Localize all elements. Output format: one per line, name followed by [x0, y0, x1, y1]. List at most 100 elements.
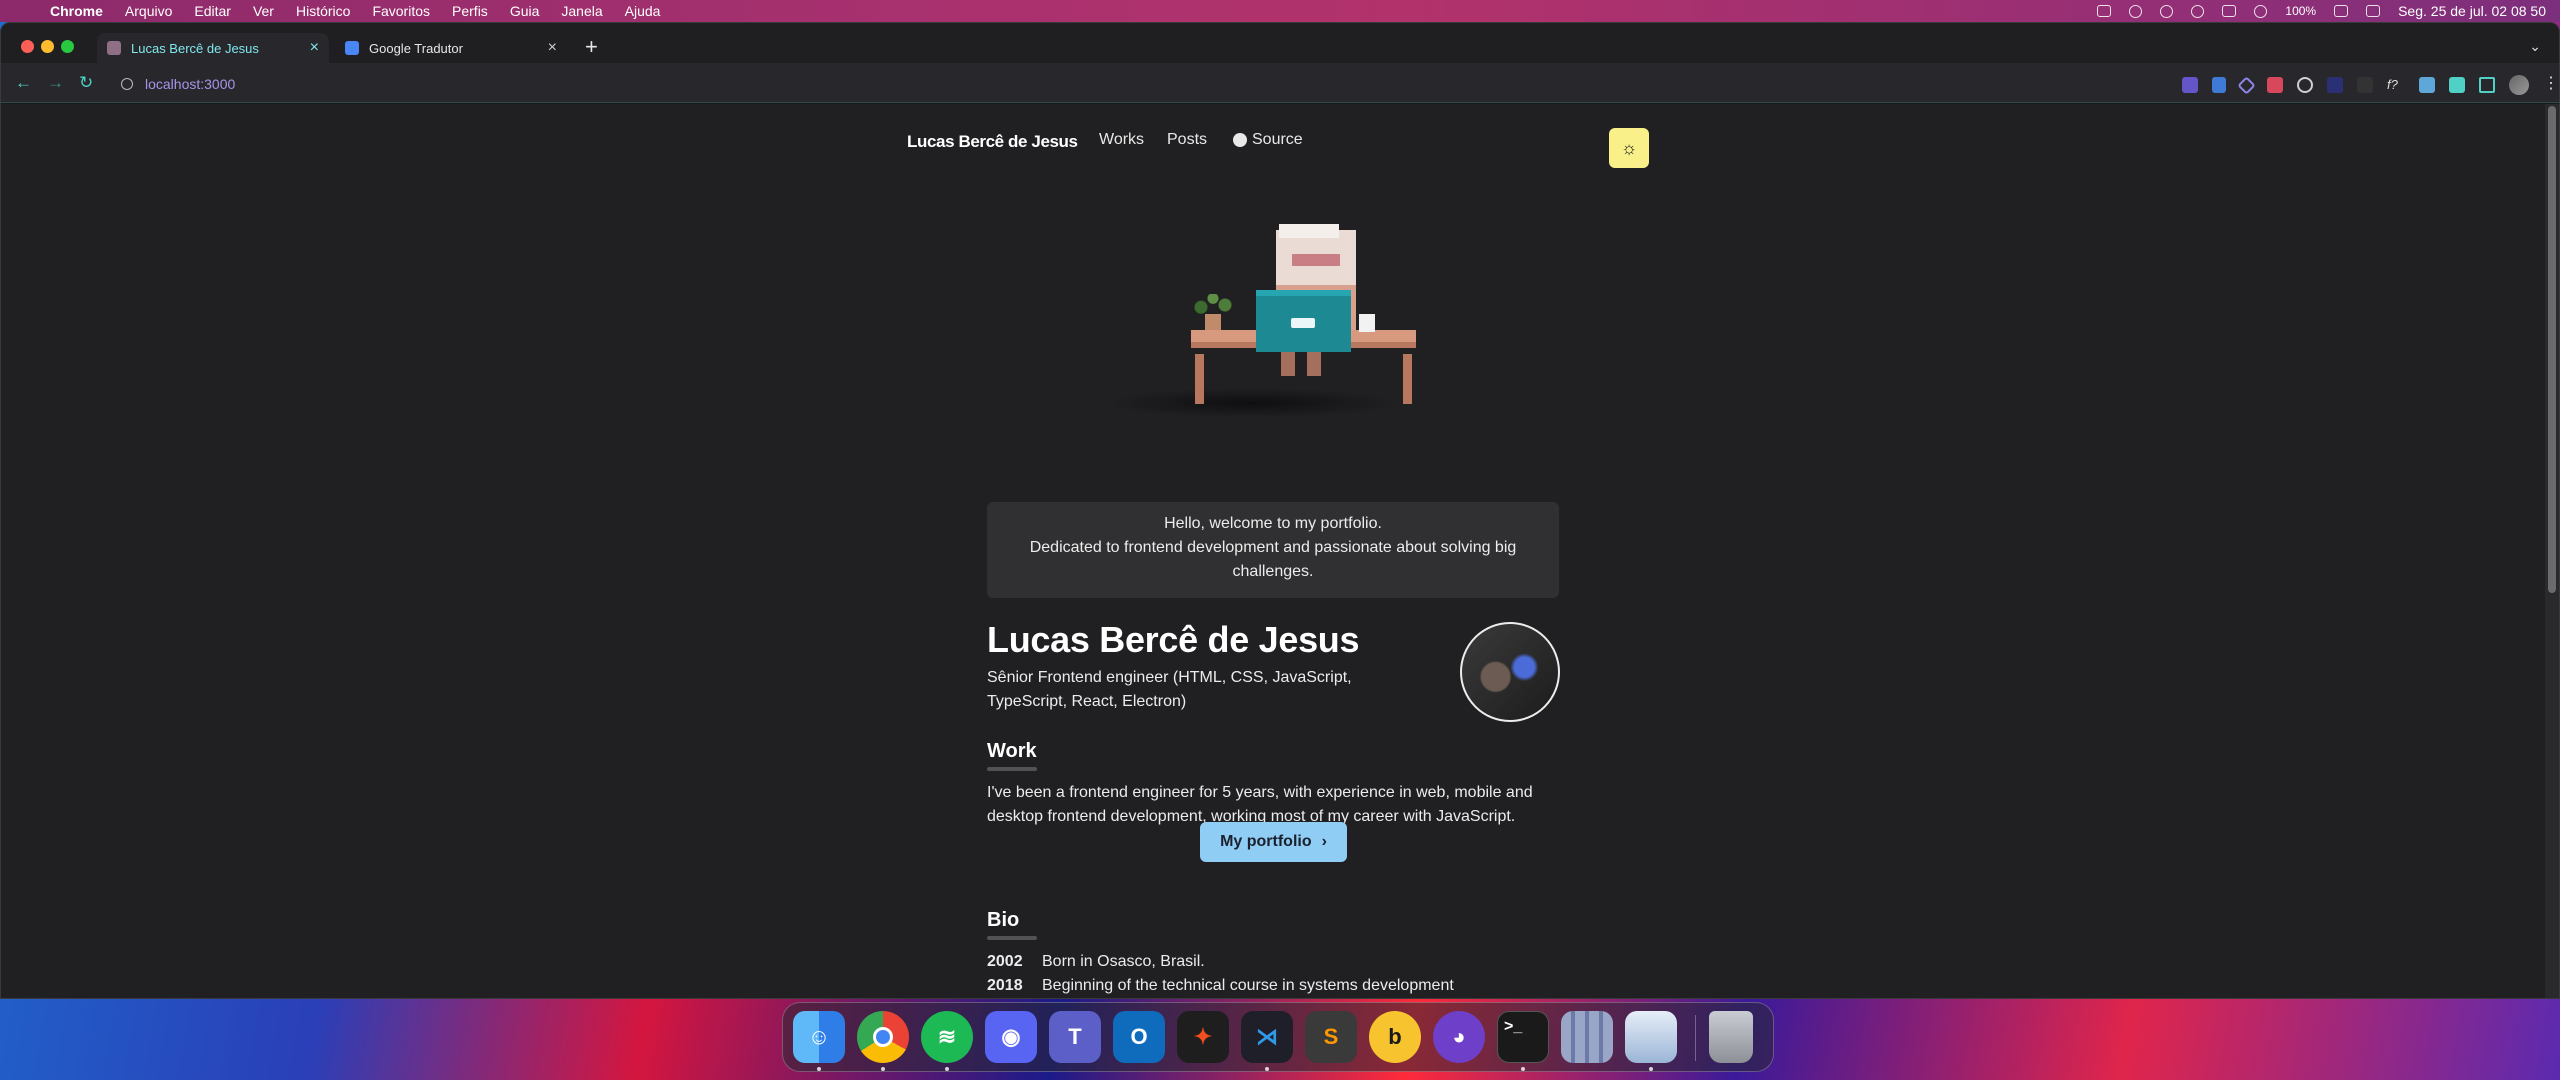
- google-translate-favicon-icon: [345, 41, 359, 55]
- character-hair: [1279, 224, 1339, 238]
- running-indicator: [945, 1067, 949, 1071]
- menu-app-name[interactable]: Chrome: [50, 3, 103, 19]
- function-extension-icon[interactable]: f?: [2387, 77, 2405, 93]
- control-center-icon[interactable]: [2366, 5, 2381, 17]
- wifi-icon[interactable]: [2334, 5, 2349, 17]
- character-glasses: [1292, 254, 1340, 266]
- menu-ajuda[interactable]: Ajuda: [625, 3, 661, 19]
- more-menu-icon[interactable]: ⋮: [2543, 76, 2559, 93]
- status-app-icon[interactable]: [2129, 4, 2143, 18]
- welcome-banner: Hello, welcome to my portfolio. Dedicate…: [987, 502, 1559, 598]
- trash-icon[interactable]: [1709, 1011, 1753, 1063]
- github-icon: [1233, 133, 1247, 147]
- nav-works-link[interactable]: Works: [1099, 131, 1144, 149]
- discord-icon[interactable]: ◉: [985, 1011, 1037, 1063]
- running-indicator: [1265, 1067, 1269, 1071]
- terminal-icon[interactable]: >_: [1497, 1011, 1549, 1063]
- site-logo[interactable]: Lucas Bercê de Jesus: [907, 132, 1078, 152]
- page-viewport: Lucas Bercê de Jesus Works Posts Source …: [1, 104, 2545, 998]
- menu-bar-status-area: 100% Seg. 25 de jul. 02 08 50: [2097, 0, 2546, 22]
- menu-arquivo[interactable]: Arquivo: [125, 3, 172, 19]
- chevron-right-icon: ›: [1321, 833, 1327, 850]
- new-tab-button[interactable]: +: [585, 36, 598, 58]
- teams-icon[interactable]: T: [1049, 1011, 1101, 1063]
- nav-posts-link[interactable]: Posts: [1167, 131, 1207, 149]
- sun-icon: ☼: [1620, 137, 1638, 158]
- spotify-icon[interactable]: ≋: [921, 1011, 973, 1063]
- zoom-window-button[interactable]: [61, 40, 74, 53]
- close-tab-icon[interactable]: ×: [310, 39, 319, 57]
- headphones-icon[interactable]: [2160, 4, 2174, 18]
- close-tab-icon[interactable]: ×: [548, 39, 557, 57]
- profile-avatar-icon[interactable]: [2509, 75, 2529, 95]
- puzzle-extensions-icon[interactable]: [2449, 77, 2465, 93]
- menu-janela[interactable]: Janela: [561, 3, 602, 19]
- menu-ver[interactable]: Ver: [253, 3, 274, 19]
- share-icon[interactable]: [2212, 77, 2226, 93]
- bio-entry: 2002 Born in Osasco, Brasil.: [987, 950, 1205, 974]
- my-portfolio-label: My portfolio: [1220, 833, 1312, 850]
- figma-icon[interactable]: ✦: [1177, 1011, 1229, 1063]
- menu-editar[interactable]: Editar: [194, 3, 231, 19]
- profile-avatar: [1460, 622, 1560, 722]
- menu-historico[interactable]: Histórico: [296, 3, 350, 19]
- github-desktop-icon[interactable]: ◕: [1433, 1011, 1485, 1063]
- coffee-mug: [1359, 314, 1375, 332]
- browser-window: Lucas Bercê de Jesus × Google Tradutor ×…: [0, 22, 2560, 999]
- tab-search-chevron-icon[interactable]: ⌄: [2529, 38, 2541, 55]
- bitwarden-icon[interactable]: b: [1369, 1011, 1421, 1063]
- sidebar-icon[interactable]: [2097, 5, 2112, 17]
- menu-guia[interactable]: Guia: [510, 3, 540, 19]
- extension-circle-icon[interactable]: [2297, 77, 2313, 93]
- display-icon[interactable]: [2222, 5, 2237, 17]
- minimize-window-button[interactable]: [41, 40, 54, 53]
- battery-percentage[interactable]: 100%: [2285, 4, 2316, 18]
- finder-icon[interactable]: ☺: [793, 1011, 845, 1063]
- extension-badge-icon[interactable]: [2327, 77, 2343, 93]
- tab-title: Google Tradutor: [369, 40, 463, 56]
- forward-arrow-icon[interactable]: →: [47, 73, 64, 93]
- time-machine-icon[interactable]: [2191, 4, 2205, 18]
- section-underline: [987, 936, 1037, 940]
- theme-toggle-button[interactable]: ☼: [1609, 128, 1649, 168]
- nav-source-label: Source: [1252, 131, 1303, 148]
- outlook-icon[interactable]: O: [1113, 1011, 1165, 1063]
- back-arrow-icon[interactable]: ←: [15, 73, 32, 93]
- bio-text: Born in Osasco, Brasil.: [1042, 953, 1205, 970]
- vscode-icon[interactable]: ⋊: [1241, 1011, 1293, 1063]
- play-icon[interactable]: [2254, 4, 2268, 18]
- preview-icon[interactable]: [1625, 1011, 1677, 1063]
- chrome-icon[interactable]: [857, 1011, 909, 1063]
- pen-extension-icon[interactable]: [2419, 77, 2435, 93]
- reload-icon[interactable]: ↻: [79, 73, 93, 93]
- tab-title: Lucas Bercê de Jesus: [131, 40, 259, 56]
- extension-red-icon[interactable]: [2267, 77, 2283, 93]
- menu-perfis[interactable]: Perfis: [452, 3, 488, 19]
- desk-leg: [1195, 354, 1204, 404]
- bookmark-star-icon[interactable]: [2237, 75, 2256, 95]
- address-bar[interactable]: localhost:3000: [111, 71, 1111, 97]
- macos-menu-bar: Chrome Arquivo Editar Ver Histórico Favo…: [0, 0, 2560, 22]
- launchpad-icon[interactable]: [1561, 1011, 1613, 1063]
- tab-google-tradutor[interactable]: Google Tradutor ×: [335, 33, 567, 63]
- close-window-button[interactable]: [21, 40, 34, 53]
- url-text[interactable]: localhost:3000: [145, 76, 235, 92]
- site-info-icon[interactable]: [121, 78, 133, 90]
- menu-bar-clock[interactable]: Seg. 25 de jul. 02 08 50: [2398, 3, 2546, 19]
- laptop: [1256, 290, 1351, 352]
- translate-extension-icon[interactable]: [2182, 77, 2198, 93]
- scrollbar-thumb[interactable]: [2548, 106, 2556, 593]
- voxel-desk-illustration[interactable]: [1081, 224, 1441, 430]
- dock-separator: [1695, 1015, 1696, 1061]
- apple-icon[interactable]: [18, 3, 32, 19]
- my-portfolio-button[interactable]: My portfolio ›: [1200, 822, 1347, 862]
- scene-shadow: [1101, 388, 1401, 418]
- page-scrollbar[interactable]: [2545, 104, 2559, 998]
- nav-source-link[interactable]: Source: [1233, 131, 1303, 149]
- extension-dark-icon[interactable]: [2357, 77, 2373, 93]
- tab-portfolio[interactable]: Lucas Bercê de Jesus ×: [97, 33, 329, 63]
- sublime-text-icon[interactable]: S: [1305, 1011, 1357, 1063]
- menu-favoritos[interactable]: Favoritos: [372, 3, 430, 19]
- side-panel-icon[interactable]: [2479, 77, 2495, 93]
- bio-year: 2002: [987, 953, 1023, 970]
